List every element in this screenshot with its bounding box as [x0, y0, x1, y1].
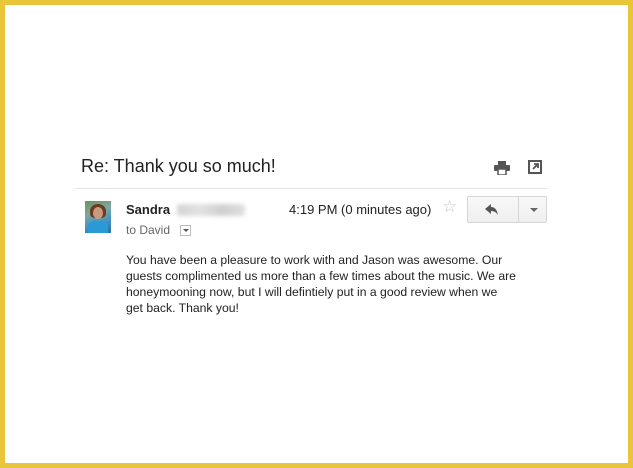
- email-body-line: honeymooning now, but I will defintiely …: [126, 285, 498, 299]
- chevron-down-icon: [530, 208, 538, 212]
- avatar[interactable]: [85, 201, 111, 233]
- email-body-line: guests complimented us more than a few t…: [126, 269, 516, 283]
- email-timestamp: 4:19 PM (0 minutes ago): [289, 202, 432, 217]
- star-icon[interactable]: ☆: [442, 198, 457, 215]
- reply-icon: [485, 204, 498, 215]
- new-window-icon[interactable]: [528, 160, 542, 174]
- email-body-line: You have been a pleasure to work with an…: [126, 253, 503, 267]
- header-divider: [75, 188, 548, 189]
- more-actions-button[interactable]: [519, 197, 546, 222]
- sender-name[interactable]: Sandra: [126, 202, 170, 217]
- chevron-down-icon: [183, 229, 189, 232]
- show-details-button[interactable]: [180, 225, 191, 236]
- email-body: You have been a pleasure to work with an…: [126, 252, 558, 316]
- screenshot-frame: Re: Thank you so much! Sandra 4:19 PM (0…: [0, 0, 633, 468]
- email-body-line: get back. Thank you!: [126, 301, 239, 315]
- reply-button-group: [467, 196, 547, 223]
- print-icon[interactable]: [494, 161, 510, 176]
- reply-button[interactable]: [468, 197, 519, 222]
- email-subject: Re: Thank you so much!: [81, 156, 276, 176]
- sender-surname-redacted: [177, 204, 245, 216]
- recipient-line: to David: [126, 223, 171, 237]
